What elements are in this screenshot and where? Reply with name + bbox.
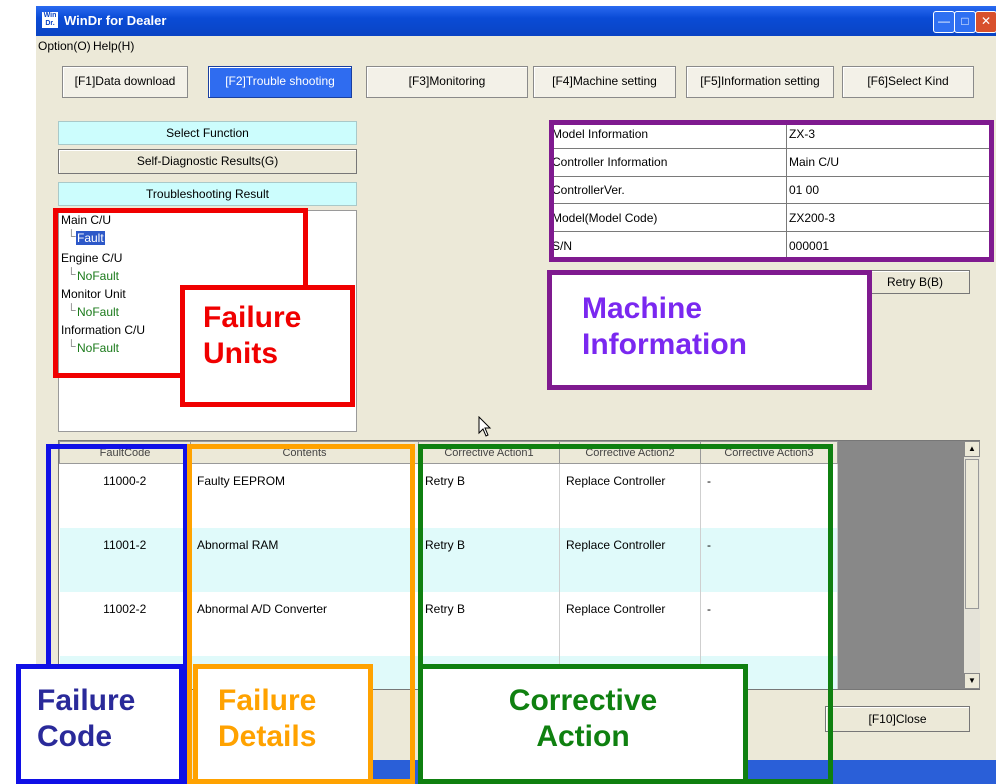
close-button[interactable]: [F10]Close: [825, 706, 970, 732]
troubleshooting-result-header: Troubleshooting Result: [58, 182, 357, 206]
app-icon: Win Dr.: [42, 12, 58, 28]
maximize-icon[interactable]: □: [954, 11, 976, 33]
callout-line: Action: [536, 720, 630, 753]
callout-line: Details: [218, 720, 317, 753]
menu-help[interactable]: Help(H): [93, 39, 134, 53]
callout-line: Code: [37, 720, 112, 753]
title-bar: Win Dr. WinDr for Dealer — □ ✕: [36, 6, 996, 36]
minimize-icon[interactable]: —: [933, 11, 955, 33]
failure-code-callout: Failure Code: [16, 664, 184, 784]
tab-data-download[interactable]: [F1]Data download: [62, 66, 188, 98]
callout-line: Machine: [582, 292, 703, 325]
tab-monitoring[interactable]: [F3]Monitoring: [366, 66, 528, 98]
tab-information-setting[interactable]: [F5]Information setting: [686, 66, 834, 98]
tab-select-kind[interactable]: [F6]Select Kind: [842, 66, 974, 98]
callout-line: Failure: [203, 301, 302, 334]
machine-information-callout: Machine Information: [547, 270, 872, 390]
callout-line: Information: [582, 328, 747, 361]
retry-b-button[interactable]: Retry B(B): [860, 270, 970, 294]
callout-line: Units: [203, 337, 278, 370]
vertical-scrollbar[interactable]: ▲ ▼: [964, 441, 980, 689]
window-title: WinDr for Dealer: [64, 13, 167, 28]
scroll-up-icon[interactable]: ▲: [964, 441, 980, 457]
scroll-down-icon[interactable]: ▼: [964, 673, 980, 689]
close-icon[interactable]: ✕: [975, 11, 996, 33]
callout-line: Corrective: [508, 684, 658, 717]
callout-line: Failure: [218, 684, 317, 717]
tab-machine-setting[interactable]: [F4]Machine setting: [533, 66, 676, 98]
tab-trouble-shooting[interactable]: [F2]Trouble shooting: [208, 66, 352, 98]
failure-units-callout: Failure Units: [180, 285, 355, 407]
menu-bar: Option(O) Help(H): [36, 36, 996, 56]
failure-details-callout: Failure Details: [193, 664, 373, 784]
select-function-header: Select Function: [58, 121, 357, 145]
scroll-thumb[interactable]: [965, 459, 979, 609]
corrective-action-callout: Corrective Action: [418, 664, 748, 784]
callout-line: Failure: [37, 684, 136, 717]
menu-option[interactable]: Option(O): [38, 39, 91, 53]
machine-info-outline: [549, 120, 994, 262]
self-diagnostic-results-button[interactable]: Self-Diagnostic Results(G): [58, 149, 357, 174]
mouse-cursor-icon: [478, 416, 492, 437]
